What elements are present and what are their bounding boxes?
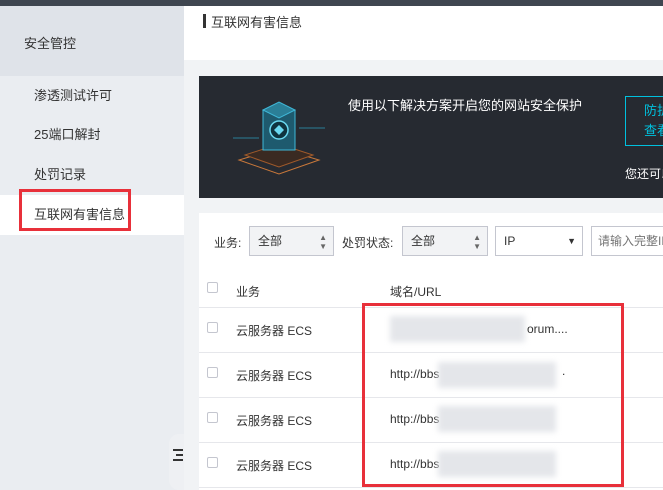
status-select-value: 全部 bbox=[411, 234, 436, 248]
business-select-value: 全部 bbox=[258, 234, 283, 248]
sidebar-item-port25-unblock[interactable]: 25端口解封 bbox=[0, 115, 184, 155]
row-checkbox[interactable] bbox=[207, 322, 218, 333]
row-checkbox[interactable] bbox=[207, 412, 218, 423]
row-business: 云服务器 ECS bbox=[236, 459, 313, 473]
promo-banner: 使用以下解决方案开启您的网站安全保护 防护 查看 您还可以 bbox=[199, 76, 663, 198]
column-header-url: 域名/URL bbox=[390, 285, 442, 299]
row-business: 云服务器 ECS bbox=[236, 414, 313, 428]
status-select[interactable]: 全部 ▲ ▼ bbox=[402, 226, 488, 256]
row-business: 云服务器 ECS bbox=[236, 369, 313, 383]
sidebar: 安全管控 渗透测试许可 25端口解封 处罚记录 互联网有害信息 bbox=[0, 6, 185, 490]
banner-note: 您还可以 bbox=[625, 167, 663, 181]
row-checkbox[interactable] bbox=[207, 457, 218, 468]
sidebar-item-label: 渗透测试许可 bbox=[34, 88, 113, 103]
row-business: 云服务器 ECS bbox=[236, 324, 313, 338]
sidebar-item-pentest-permit[interactable]: 渗透测试许可 bbox=[0, 76, 184, 116]
sidebar-header: 安全管控 bbox=[0, 6, 184, 76]
sidebar-item-label: 25端口解封 bbox=[34, 127, 101, 142]
collapse-icon[interactable] bbox=[173, 448, 183, 462]
column-header-business: 业务 bbox=[236, 285, 261, 299]
banner-text: 使用以下解决方案开启您的网站安全保护 bbox=[348, 98, 583, 113]
search-type-select[interactable]: IP ▼ bbox=[495, 226, 583, 256]
search-input[interactable] bbox=[591, 226, 663, 256]
status-filter-label: 处罚状态: bbox=[342, 236, 394, 250]
search-type-value: IP bbox=[504, 234, 516, 248]
sidebar-collapse-handle[interactable] bbox=[169, 434, 185, 490]
business-select[interactable]: 全部 ▲ ▼ bbox=[249, 226, 334, 256]
row-checkbox[interactable] bbox=[207, 367, 218, 378]
sidebar-title: 安全管控 bbox=[24, 36, 77, 51]
highlight-box-urls bbox=[362, 303, 624, 487]
business-filter-label: 业务: bbox=[214, 236, 242, 250]
protection-view-button[interactable]: 防护 查看 bbox=[625, 96, 663, 146]
security-illustration-icon bbox=[233, 101, 325, 175]
spinner-icon: ▲ ▼ bbox=[319, 233, 327, 251]
select-all-checkbox[interactable] bbox=[207, 282, 218, 293]
title-accent-bar bbox=[203, 14, 206, 28]
page-title: 互联网有害信息 bbox=[211, 15, 303, 30]
highlight-box-sidebar bbox=[19, 189, 131, 231]
spinner-icon: ▲ ▼ bbox=[473, 233, 481, 251]
caret-down-icon: ▼ bbox=[567, 236, 576, 246]
